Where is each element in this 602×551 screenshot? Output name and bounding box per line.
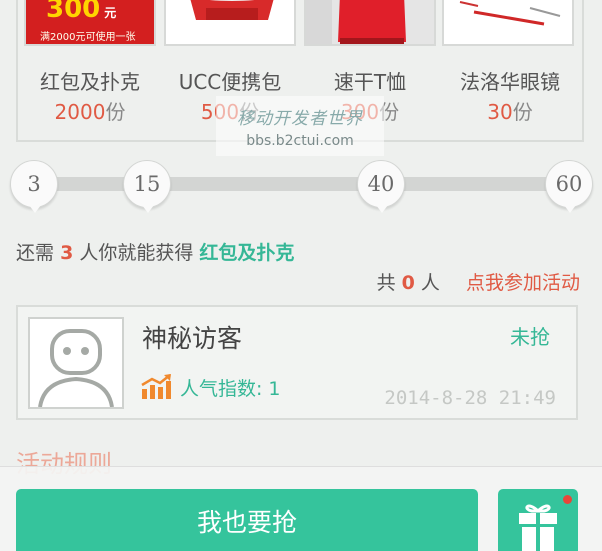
notification-dot xyxy=(563,495,572,504)
bottom-action-bar: 我也要抢 xyxy=(0,466,602,551)
grab-button[interactable]: 我也要抢 xyxy=(16,489,478,551)
milestone-node-1: 3 xyxy=(10,160,58,213)
prize-name-4: 法洛华眼镜 xyxy=(460,70,560,94)
prize-thumb-bag[interactable] xyxy=(164,0,296,46)
bag-image xyxy=(190,0,274,20)
need-message: 还需 3 人你就能获得 红包及扑克 xyxy=(16,242,295,264)
visitor-card: 神秘访客 未抢 人气指数: 1 2014-8-28 21:49 xyxy=(16,305,578,420)
prize-name-3: 速干T恤 xyxy=(333,70,407,94)
milestone-node-4: 60 xyxy=(545,160,593,213)
prize-name-2: UCC便携包 xyxy=(178,70,282,94)
progress-track xyxy=(30,177,570,191)
thumb-amount: 300 xyxy=(46,0,101,24)
visit-datetime: 2014-8-28 21:49 xyxy=(384,387,556,409)
prize-name-1: 红包及扑克 xyxy=(40,70,140,94)
target-prize: 红包及扑克 xyxy=(199,242,295,264)
default-avatar-icon xyxy=(38,329,114,408)
visitor-name: 神秘访客 xyxy=(142,324,243,353)
popularity-row: 人气指数: 1 xyxy=(140,373,281,401)
milestone-node-2: 15 xyxy=(123,160,171,213)
total-count: 0 xyxy=(401,272,415,294)
watermark-url: bbs.b2ctui.com xyxy=(246,133,354,149)
chart-trend-icon xyxy=(141,374,171,399)
watermark-title: 移动开发者世界 xyxy=(237,109,363,129)
prize-thumb-redpacket[interactable]: 300 元 满2000元可使用一张 xyxy=(24,0,156,46)
prize-count-1: 2000份 xyxy=(54,100,126,124)
need-count: 3 xyxy=(60,242,74,264)
watermark: 移动开发者世界 bbs.b2ctui.com xyxy=(216,96,384,156)
glasses-image xyxy=(459,1,561,26)
prize-thumb-glasses[interactable] xyxy=(442,0,574,46)
grab-status: 未抢 xyxy=(510,325,550,349)
prize-count-4: 30份 xyxy=(487,100,533,124)
thumb-currency: 元 xyxy=(104,6,117,20)
popularity-label: 人气指数: xyxy=(180,378,263,400)
milestone-node-3: 40 xyxy=(357,160,405,213)
join-activity-link[interactable]: 点我参加活动 xyxy=(466,272,580,294)
gift-button[interactable] xyxy=(498,489,578,551)
total-participants: 共 0 人 点我参加活动 xyxy=(376,272,580,294)
avatar xyxy=(28,317,124,409)
thumb-note: 满2000元可使用一张 xyxy=(40,32,136,43)
prize-thumb-tshirt[interactable] xyxy=(304,0,436,46)
tshirt-image xyxy=(306,0,406,44)
popularity-value: 1 xyxy=(268,378,281,400)
